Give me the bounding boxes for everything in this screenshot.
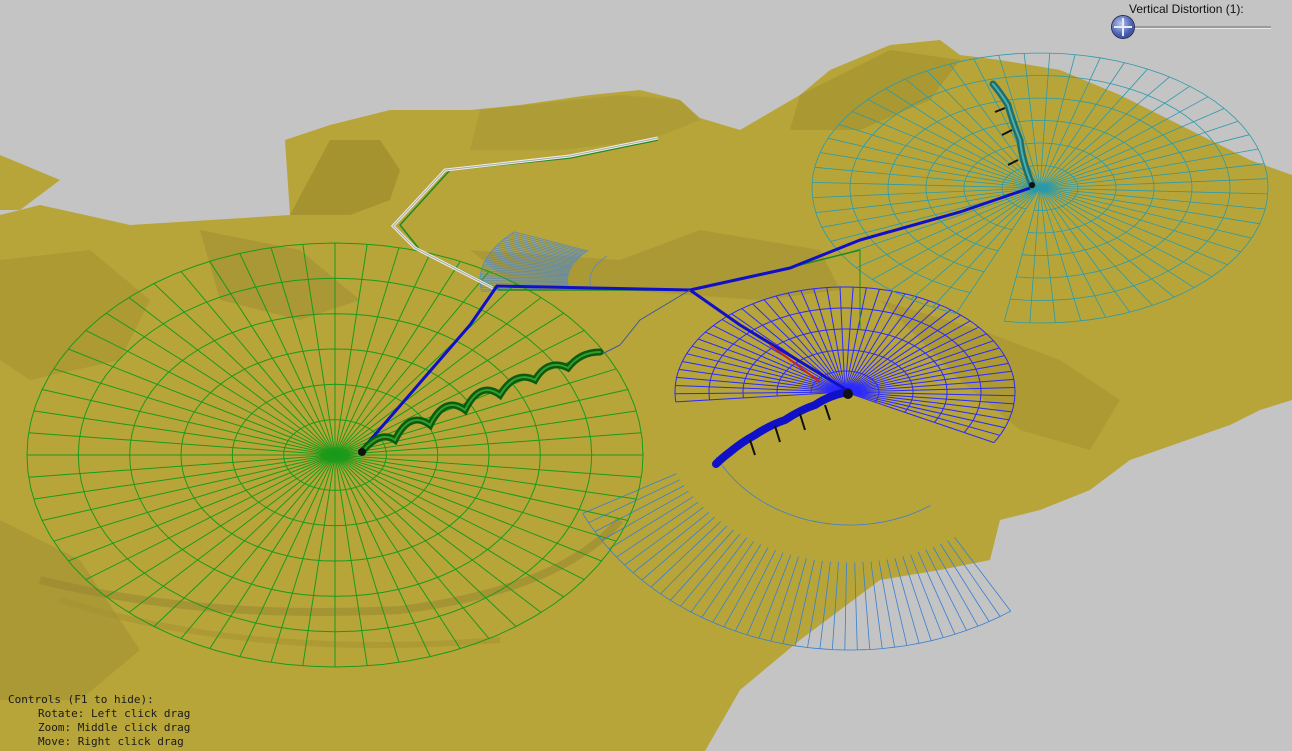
vertical-distortion-label: Vertical Distortion (1): bbox=[1129, 2, 1244, 16]
vertical-distortion-control: Vertical Distortion (1): bbox=[1112, 2, 1284, 38]
terrain-surface bbox=[0, 40, 1292, 751]
vertical-distortion-slider-thumb[interactable] bbox=[1112, 16, 1134, 38]
controls-zoom-hint: Zoom: Middle click drag bbox=[38, 721, 191, 734]
controls-help-title: Controls (F1 to hide): bbox=[8, 693, 154, 706]
controls-help-panel: Controls (F1 to hide): Rotate: Left click… bbox=[8, 693, 190, 749]
controls-rotate-hint: Rotate: Left click drag bbox=[38, 707, 191, 720]
controls-move-hint: Move: Right click drag bbox=[38, 735, 184, 748]
3d-terrain-viewport[interactable] bbox=[0, 0, 1292, 751]
vertical-distortion-slider-track[interactable] bbox=[1124, 26, 1271, 29]
